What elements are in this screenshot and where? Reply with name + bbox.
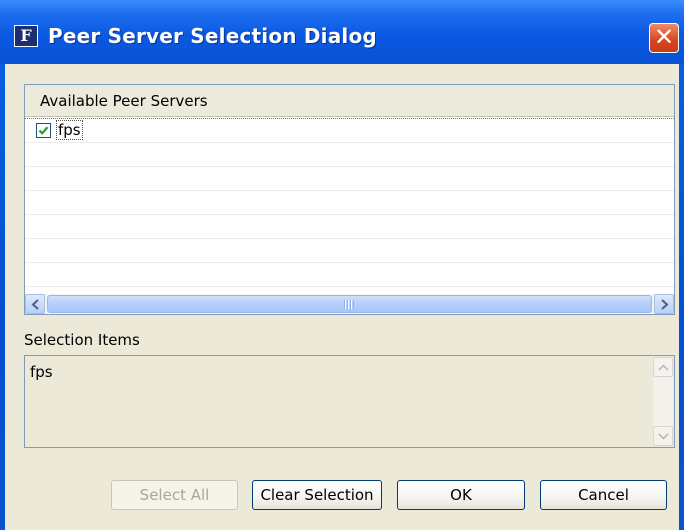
table-row[interactable]: fps [25,119,674,143]
select-all-button[interactable]: Select All [111,480,238,510]
table-row[interactable] [25,191,674,215]
title-bar[interactable]: F Peer Server Selection Dialog ✕ [0,0,684,64]
close-button[interactable]: ✕ [649,23,679,53]
app-icon: F [14,25,38,47]
row-checkbox[interactable] [36,123,51,138]
dialog-content: Available Peer Servers fps Selection Ite… [5,64,679,530]
arrow-up-icon [658,364,669,371]
table-row[interactable] [25,239,674,263]
close-icon: ✕ [653,23,675,51]
selection-items-label: Selection Items [24,331,140,349]
checkmark-icon [38,126,49,135]
scroll-right-button[interactable] [654,294,674,314]
scroll-left-button[interactable] [25,294,45,314]
clear-selection-button[interactable]: Clear Selection [252,480,382,510]
row-label: fps [56,120,83,140]
table-row[interactable] [25,215,674,239]
scroll-thumb[interactable] [47,295,652,313]
table-row[interactable] [25,167,674,191]
window-title: Peer Server Selection Dialog [48,24,377,48]
vertical-scrollbar[interactable] [653,357,673,446]
arrow-down-icon [658,433,669,440]
selection-items-text: fps [30,363,53,381]
table-row[interactable] [25,143,674,167]
scroll-grip [344,300,354,309]
horizontal-scrollbar[interactable] [25,294,674,314]
cancel-button[interactable]: Cancel [540,480,667,510]
table-header[interactable]: Available Peer Servers [25,85,674,117]
dialog-window: F Peer Server Selection Dialog ✕ Availab… [0,0,684,530]
arrow-right-icon [661,299,669,310]
arrow-left-icon [31,299,39,310]
scroll-down-button[interactable] [653,426,673,446]
scroll-up-button[interactable] [653,357,673,377]
column-header-available-peer-servers: Available Peer Servers [40,92,208,110]
table-rows: fps [25,119,674,287]
ok-button[interactable]: OK [397,480,525,510]
peer-servers-table: Available Peer Servers fps [24,84,675,315]
selection-items-box[interactable]: fps [24,355,675,448]
table-row[interactable] [25,263,674,287]
